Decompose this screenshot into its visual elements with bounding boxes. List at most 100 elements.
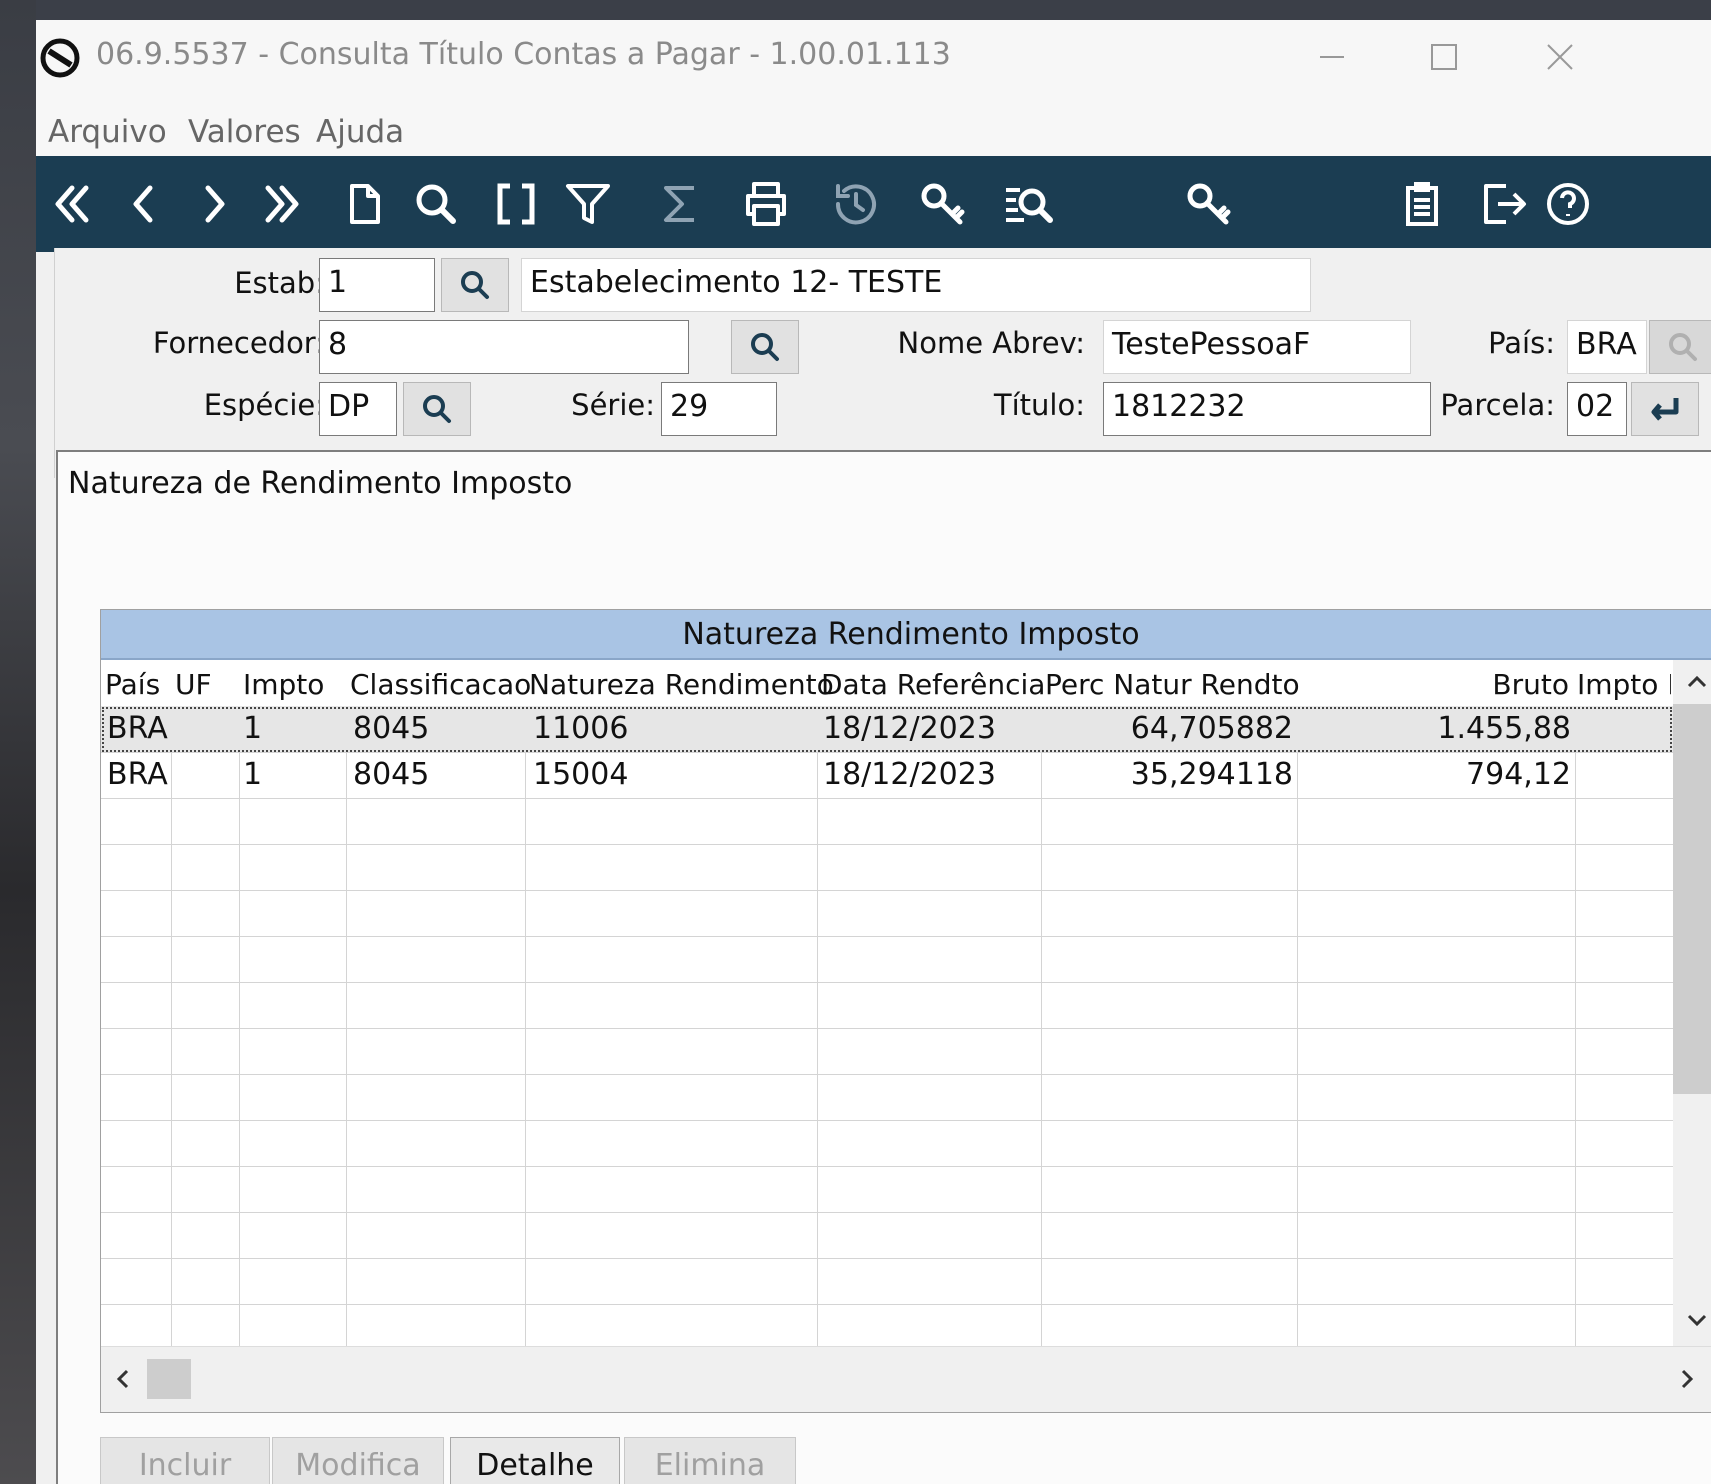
maximize-icon — [1431, 44, 1457, 70]
col-header-classificacao[interactable]: Classificacao — [350, 668, 531, 701]
especie-field[interactable]: DP — [319, 382, 397, 436]
main-window: 06.9.5537 - Consulta Título Contas a Pag… — [36, 20, 1711, 1484]
search-icon — [416, 184, 456, 224]
search-icon — [751, 333, 779, 361]
modifica-button[interactable]: Modifica — [272, 1437, 444, 1484]
horizontal-scroll-thumb[interactable] — [147, 1359, 191, 1399]
key-search-button[interactable] — [910, 172, 974, 236]
maximize-button[interactable] — [1414, 34, 1474, 80]
previous-record-button[interactable] — [112, 172, 176, 236]
cell-perc: 35,294118 — [1130, 757, 1293, 792]
key-button[interactable] — [1176, 172, 1240, 236]
sum-button[interactable] — [648, 172, 712, 236]
table-row[interactable]: BRA 1 8045 15004 18/12/2023 35,294118 79… — [101, 752, 1673, 799]
first-icon — [55, 185, 89, 223]
search-button[interactable] — [404, 172, 468, 236]
scroll-down-icon[interactable] — [1685, 1308, 1709, 1332]
history-button[interactable] — [824, 172, 888, 236]
col-header-bruto[interactable]: Bruto — [1301, 668, 1569, 701]
elimina-button[interactable]: Elimina — [624, 1437, 796, 1484]
col-header-uf[interactable]: UF — [175, 668, 212, 701]
filter-button[interactable] — [556, 172, 620, 236]
especie-search-button[interactable] — [403, 382, 471, 436]
list-search-button[interactable] — [996, 172, 1060, 236]
close-icon — [1547, 44, 1573, 70]
col-header-data[interactable]: Data Referência — [821, 668, 1045, 701]
estab-field[interactable]: 1 — [319, 258, 435, 312]
close-button[interactable] — [1530, 34, 1590, 80]
key-search-icon — [921, 183, 965, 225]
previous-icon — [133, 185, 153, 223]
exit-icon — [1484, 184, 1526, 224]
serie-field[interactable]: 29 — [661, 382, 777, 436]
estab-search-button[interactable] — [441, 258, 509, 312]
empty-row — [101, 844, 1673, 891]
cell-data: 18/12/2023 — [823, 711, 996, 746]
nome-abrev-label: Nome Abrev: — [897, 326, 1085, 360]
title-bar: 06.9.5537 - Consulta Título Contas a Pag… — [36, 20, 1711, 96]
list-search-icon — [1006, 188, 1053, 223]
clipboard-button[interactable] — [1390, 172, 1454, 236]
vertical-scrollbar[interactable] — [1673, 660, 1711, 1346]
cell-bruto: 1.455,88 — [1437, 711, 1571, 746]
menu-valores[interactable]: Valores — [188, 114, 301, 150]
empty-row — [101, 1028, 1673, 1075]
app-logo-icon — [40, 38, 80, 78]
minimize-button[interactable] — [1302, 34, 1362, 80]
first-record-button[interactable] — [40, 172, 104, 236]
incluir-button[interactable]: Incluir — [100, 1437, 270, 1484]
menu-ajuda[interactable]: Ajuda — [316, 114, 404, 150]
new-document-icon — [350, 184, 380, 224]
toolbar — [36, 156, 1711, 252]
natureza-grid[interactable]: Natureza Rendimento Imposto País UF Impt… — [100, 609, 1711, 1413]
empty-row — [101, 1074, 1673, 1121]
menu-arquivo[interactable]: Arquivo — [48, 114, 167, 150]
natureza-rendimento-dialog: Natureza de Rendimento Imposto Natureza … — [56, 450, 1711, 1484]
new-button[interactable] — [332, 172, 396, 236]
brackets-button[interactable] — [484, 172, 548, 236]
enter-button[interactable] — [1631, 382, 1699, 436]
scroll-right-icon[interactable] — [1675, 1367, 1699, 1391]
col-header-pais[interactable]: País — [105, 668, 160, 701]
last-record-button[interactable] — [250, 172, 314, 236]
print-button[interactable] — [734, 172, 798, 236]
detalhe-button[interactable]: Detalhe — [450, 1437, 620, 1484]
col-header-natureza[interactable]: Natureza Rendimento — [529, 668, 834, 701]
desktop-background-left — [0, 0, 36, 1484]
pais-label: País: — [1488, 326, 1555, 360]
enter-icon — [1651, 398, 1679, 421]
exit-button[interactable] — [1472, 172, 1536, 236]
last-icon — [265, 185, 299, 223]
titulo-field[interactable]: 1812232 — [1103, 382, 1431, 436]
next-record-button[interactable] — [182, 172, 246, 236]
cell-impto: 1 — [243, 757, 263, 792]
col-header-perc[interactable]: Perc Natur Rendto — [1045, 668, 1300, 701]
clipboard-icon — [1406, 182, 1438, 226]
fornecedor-search-button[interactable] — [731, 320, 799, 374]
help-button[interactable] — [1536, 172, 1600, 236]
table-row[interactable]: BRA 1 8045 11006 18/12/2023 64,705882 1.… — [101, 706, 1673, 753]
empty-row — [101, 1304, 1673, 1350]
empty-row — [101, 936, 1673, 983]
parcela-field[interactable]: 02 — [1567, 382, 1627, 436]
col-header-impto-b[interactable]: Impto B — [1577, 668, 1671, 701]
vertical-scroll-thumb[interactable] — [1673, 704, 1711, 1094]
scroll-up-icon[interactable] — [1685, 670, 1709, 694]
empty-row — [101, 1120, 1673, 1167]
cell-natureza: 11006 — [533, 711, 629, 746]
empty-row — [101, 890, 1673, 937]
sum-icon — [664, 186, 694, 222]
empty-row — [101, 982, 1673, 1029]
search-icon — [423, 395, 451, 423]
fornecedor-field[interactable]: 8 — [319, 320, 689, 374]
pais-search-button[interactable] — [1649, 320, 1711, 374]
search-icon — [461, 271, 489, 299]
brackets-icon — [497, 183, 535, 225]
help-icon — [1547, 183, 1589, 225]
estab-description: Estabelecimento 12- TESTE — [521, 258, 1311, 312]
fornecedor-label: Fornecedor: — [152, 326, 325, 360]
title-form: Estab: 1 Estabelecimento 12- TESTE Forne… — [54, 248, 1711, 478]
scroll-left-icon[interactable] — [111, 1367, 135, 1391]
horizontal-scrollbar[interactable] — [101, 1346, 1711, 1412]
col-header-impto[interactable]: Impto — [243, 668, 324, 701]
